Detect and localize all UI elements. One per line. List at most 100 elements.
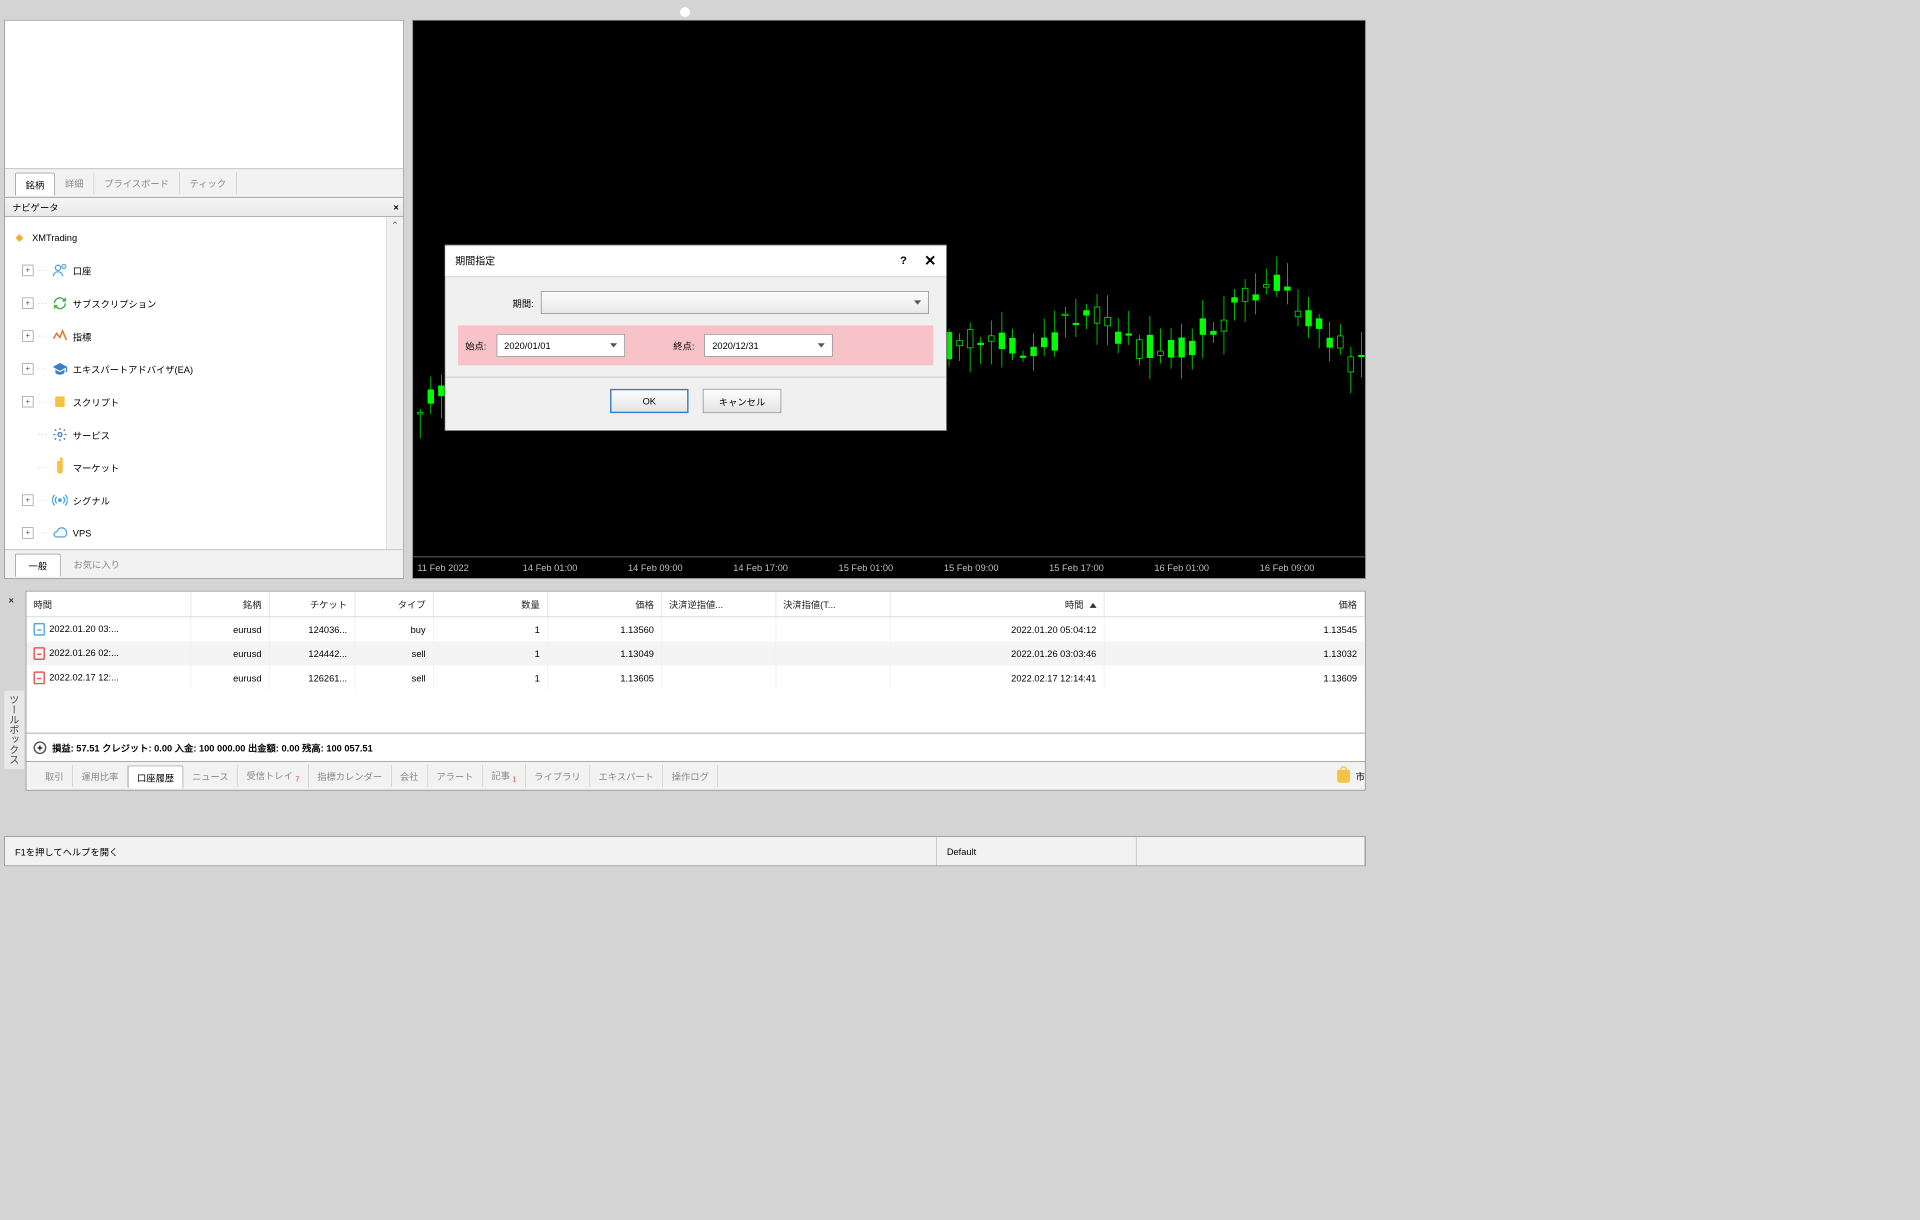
expand-icon[interactable]: + xyxy=(22,494,33,505)
toolbox-tab-2[interactable]: 口座履歴 xyxy=(128,765,184,788)
expand-icon[interactable]: + xyxy=(22,527,33,538)
toolbox-tab-4[interactable]: 受信トレイ 7 xyxy=(238,764,309,788)
tree-item-signals[interactable]: + ··· シグナル xyxy=(5,484,403,517)
tab-tick[interactable]: ティック xyxy=(180,172,237,194)
tree-item-label: シグナル xyxy=(73,493,110,507)
tree-item-label: マーケット xyxy=(73,461,119,475)
script-icon xyxy=(51,393,68,410)
market-bag-icon[interactable] xyxy=(1337,770,1350,783)
col-price[interactable]: 価格 xyxy=(547,591,661,616)
end-label: 終点: xyxy=(673,339,694,353)
tree-item-services[interactable]: ··· サービス xyxy=(5,418,403,451)
toolbox-close-icon[interactable]: × xyxy=(9,595,14,606)
navigator-scrollbar[interactable]: ⌃ xyxy=(386,217,403,549)
order-icon xyxy=(34,623,45,636)
col-volume[interactable]: 数量 xyxy=(433,591,547,616)
tab-priceboard[interactable]: プライスボード xyxy=(94,172,179,194)
toolbox-tab-10[interactable]: エキスパート xyxy=(590,765,663,787)
end-date-input[interactable]: 2020/12/31 xyxy=(704,334,832,357)
tab-favorites[interactable]: お気に入り xyxy=(61,553,133,575)
expand-icon[interactable]: + xyxy=(22,298,33,309)
table-row[interactable]: 2022.02.17 12:...eurusd126261...sell11.1… xyxy=(26,666,1364,690)
toolbox-tab-8[interactable]: 記事 1 xyxy=(483,764,526,788)
scroll-up-icon[interactable]: ⌃ xyxy=(387,217,403,234)
time-tick: 14 Feb 09:00 xyxy=(628,562,733,573)
tree-item-vps[interactable]: +··· VPS xyxy=(5,517,403,550)
history-table: 時間 銘柄 チケット タイプ 数量 価格 決済逆指値... 決済指値(T... … xyxy=(26,591,1366,734)
period-label: 期間: xyxy=(462,296,533,310)
table-row[interactable]: 2022.01.20 03:...eurusd124036...buy11.13… xyxy=(26,617,1364,642)
col-ticket[interactable]: チケット xyxy=(269,591,355,616)
period-select[interactable] xyxy=(541,291,929,314)
tab-details[interactable]: 詳細 xyxy=(55,172,94,194)
col-type[interactable]: タイプ xyxy=(355,591,433,616)
signal-icon xyxy=(51,492,68,509)
col-tp[interactable]: 決済指値(T... xyxy=(776,591,890,616)
time-tick: 16 Feb 01:00 xyxy=(1154,562,1259,573)
tree-connector-icon: ··· xyxy=(38,365,47,373)
cancel-button[interactable]: キャンセル xyxy=(703,389,781,413)
tree-root-xmtrading[interactable]: ◈ XMTrading xyxy=(5,221,403,254)
table-row[interactable]: 2022.01.26 02:...eurusd124442...sell11.1… xyxy=(26,641,1364,665)
toolbox-tab-11[interactable]: 操作ログ xyxy=(663,765,718,787)
tree-connector-icon: ··· xyxy=(38,529,47,537)
tree-connector-icon: ··· xyxy=(38,496,47,504)
tree-connector-icon: ··· xyxy=(38,398,47,406)
status-empty xyxy=(1137,837,1365,866)
tree-item-ea[interactable]: + ··· エキスパートアドバイザ(EA) xyxy=(5,352,403,385)
navigator-close-icon[interactable]: × xyxy=(393,202,398,213)
time-tick: 15 Feb 09:00 xyxy=(944,562,1049,573)
toolbox-tab-3[interactable]: ニュース xyxy=(183,765,237,787)
col-time[interactable]: 時間 xyxy=(26,591,190,616)
indicator-icon xyxy=(51,327,68,344)
order-icon xyxy=(34,647,45,660)
dialog-separator xyxy=(445,377,946,378)
plus-circle-icon[interactable]: + xyxy=(34,741,47,754)
dialog-titlebar[interactable]: 期間指定 ? ✕ xyxy=(445,245,946,276)
tree-item-label: スクリプト xyxy=(73,395,119,409)
start-label: 始点: xyxy=(465,339,486,353)
tree-item-market[interactable]: ··· マーケット xyxy=(5,451,403,484)
chart-panel[interactable]: 11 Feb 2022 14 Feb 01:00 14 Feb 09:00 14… xyxy=(412,20,1365,579)
expand-icon[interactable]: + xyxy=(22,265,33,276)
tab-general[interactable]: 一般 xyxy=(15,553,61,576)
xm-logo-icon: ◈ xyxy=(11,229,28,246)
help-icon[interactable]: ? xyxy=(900,254,907,267)
market-tab-partial[interactable]: 市 xyxy=(1356,769,1365,783)
tree-connector-icon: ··· xyxy=(38,332,47,340)
toolbox-tab-6[interactable]: 会社 xyxy=(391,765,427,787)
col-symbol[interactable]: 銘柄 xyxy=(191,591,269,616)
expand-icon[interactable]: + xyxy=(22,396,33,407)
expand-icon[interactable]: + xyxy=(22,330,33,341)
account-icon xyxy=(51,262,68,279)
navigator-bottom-tabs: 一般 お気に入り xyxy=(5,549,403,578)
tree-item-scripts[interactable]: + ··· スクリプト xyxy=(5,385,403,418)
tab-symbols[interactable]: 銘柄 xyxy=(15,172,55,195)
start-date-input[interactable]: 2020/01/01 xyxy=(496,334,624,357)
market-watch-area xyxy=(5,21,403,169)
tree-item-account[interactable]: +··· 口座 xyxy=(5,254,403,287)
window-titlebar[interactable] xyxy=(0,0,1370,16)
col-time2[interactable]: 時間 xyxy=(890,591,1104,616)
tree-connector-icon: ··· xyxy=(38,431,47,439)
ok-button[interactable]: OK xyxy=(610,389,688,413)
toolbox-tab-1[interactable]: 運用比率 xyxy=(73,765,128,787)
toolbox-tab-5[interactable]: 指標カレンダー xyxy=(309,765,392,787)
col-price2[interactable]: 価格 xyxy=(1104,591,1365,616)
expand-icon[interactable]: + xyxy=(22,363,33,374)
status-profile[interactable]: Default xyxy=(937,837,1137,866)
toolbox-tab-0[interactable]: 取引 xyxy=(36,765,72,787)
tree-item-label: エキスパートアドバイザ(EA) xyxy=(73,362,193,376)
col-sl[interactable]: 決済逆指値... xyxy=(661,591,775,616)
navigator-panel: 銘柄 詳細 プライスボード ティック ナビゲータ × ◈ XMTrading +… xyxy=(4,20,404,579)
time-tick: 15 Feb 17:00 xyxy=(1049,562,1154,573)
toolbox-tab-9[interactable]: ライブラリ xyxy=(526,765,590,787)
toolbox-tab-7[interactable]: アラート xyxy=(428,765,483,787)
tree-item-indicators[interactable]: +··· 指標 xyxy=(5,320,403,353)
time-tick: 16 Feb 09:00 xyxy=(1260,562,1365,573)
tree-item-subscription[interactable]: +··· サブスクリプション xyxy=(5,287,403,320)
time-tick: 14 Feb 01:00 xyxy=(523,562,628,573)
tree-item-label: サブスクリプション xyxy=(73,296,156,310)
summary-text: 損益: 57.51 クレジット: 0.00 入金: 100 000.00 出金額… xyxy=(52,741,373,755)
close-icon[interactable]: ✕ xyxy=(924,252,936,270)
